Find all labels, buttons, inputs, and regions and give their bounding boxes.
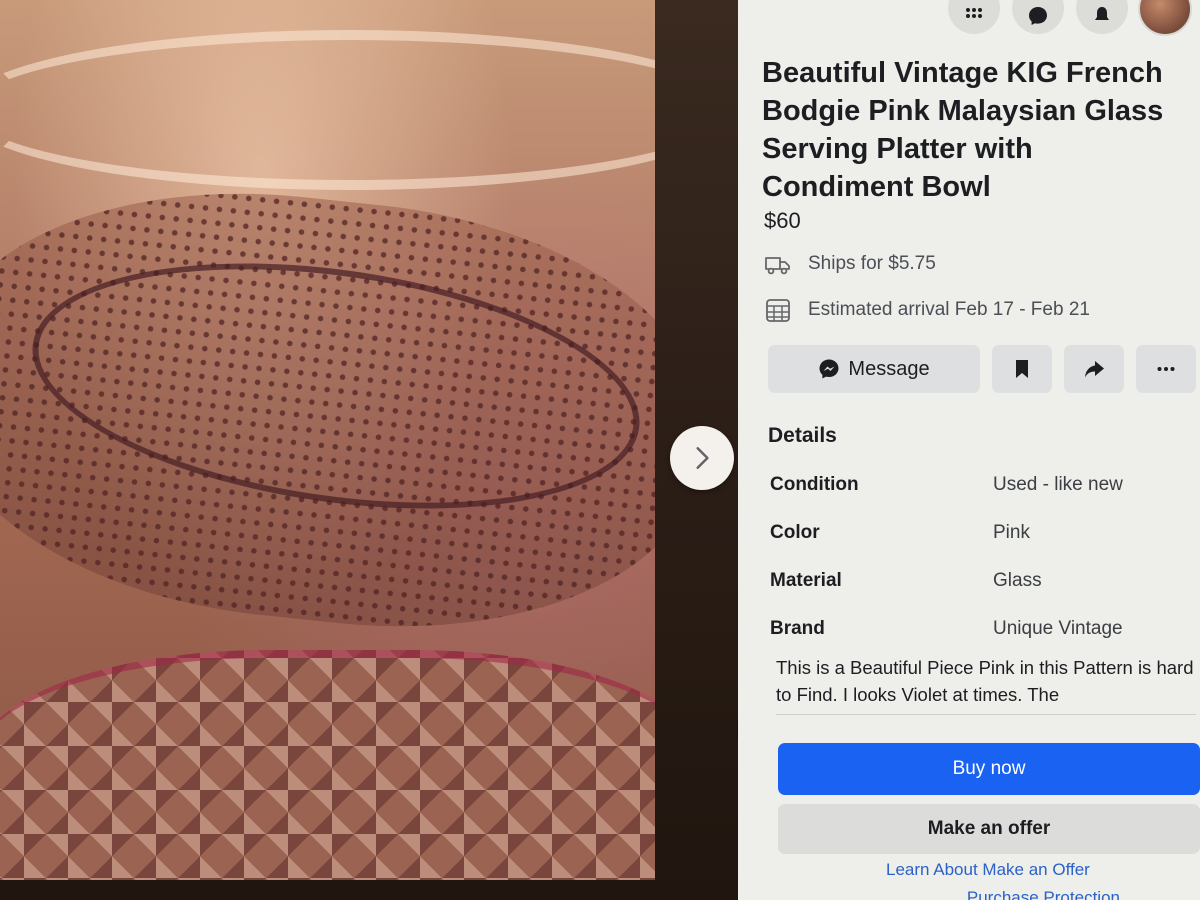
arrival-text: Estimated arrival Feb 17 - Feb 21 — [808, 299, 1090, 320]
detail-label: Brand — [770, 618, 825, 639]
purchase-protection-link[interactable]: ... Purchase Protection — [948, 888, 1120, 900]
listing-panel: Beautiful Vintage KIG French Bodgie Pink… — [738, 0, 1200, 900]
shipping-info: Ships for $5.75 — [764, 250, 936, 278]
photo-diamond-pattern-shape — [0, 650, 655, 880]
listing-title: Beautiful Vintage KIG French Bodgie Pink… — [762, 57, 1164, 203]
learn-make-offer-link[interactable]: Learn About Make an Offer — [886, 860, 1090, 880]
buy-now-button[interactable]: Buy now — [778, 743, 1200, 795]
detail-label: Condition — [770, 474, 859, 495]
detail-label: Material — [770, 570, 842, 591]
messenger-icon — [1029, 7, 1047, 25]
share-icon — [1085, 361, 1104, 378]
detail-value: Glass — [993, 570, 1042, 591]
next-photo-button[interactable] — [670, 426, 734, 490]
details-heading: Details — [768, 424, 837, 447]
shipping-text: Ships for $5.75 — [808, 253, 936, 274]
messenger-icon — [819, 359, 839, 379]
marketplace-screen: Beautiful Vintage KIG French Bodgie Pink… — [0, 0, 1200, 900]
more-options-icon — [1157, 367, 1175, 371]
message-button-label: Message — [848, 357, 930, 380]
top-navigation-bar — [738, 0, 1200, 40]
detail-value: Unique Vintage — [993, 618, 1123, 639]
message-button[interactable]: Message — [768, 345, 980, 393]
listing-photo — [0, 0, 655, 880]
bookmark-icon — [1016, 360, 1028, 378]
action-buttons: Message — [768, 345, 1196, 393]
listing-price: $60 — [764, 208, 801, 233]
share-button[interactable] — [1064, 345, 1124, 393]
calendar-icon — [766, 299, 790, 322]
save-button[interactable] — [992, 345, 1052, 393]
detail-value: Used - like new — [993, 474, 1123, 495]
detail-label: Color — [770, 522, 820, 543]
notifications-button[interactable] — [1076, 0, 1128, 34]
chevron-right-icon — [696, 447, 709, 469]
listing-description: This is a Beautiful Piece Pink in this P… — [776, 654, 1196, 715]
messenger-button[interactable] — [1012, 0, 1064, 34]
photo-rim-shape — [0, 30, 655, 190]
make-offer-button[interactable]: Make an offer — [778, 804, 1200, 854]
more-options-button[interactable] — [1136, 345, 1196, 393]
apps-grid-icon — [966, 8, 982, 18]
notifications-bell-icon — [1095, 7, 1109, 20]
photo-viewer — [0, 0, 760, 900]
truck-icon — [765, 257, 790, 275]
detail-value: Pink — [993, 522, 1030, 543]
profile-avatar[interactable] — [1138, 0, 1192, 36]
apps-menu-button[interactable] — [948, 0, 1000, 34]
arrival-info: Estimated arrival Feb 17 - Feb 21 — [764, 296, 1090, 324]
